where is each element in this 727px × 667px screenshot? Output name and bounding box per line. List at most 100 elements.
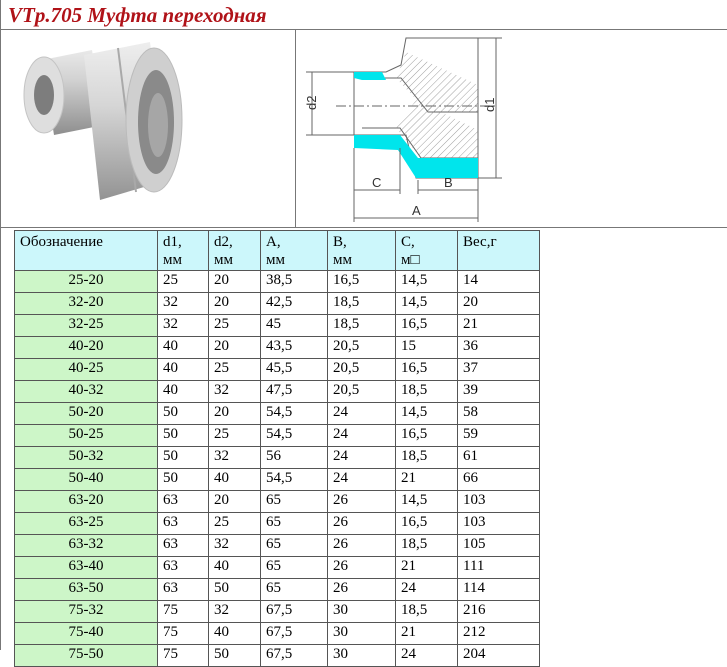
cell-weight: 114 [457, 578, 540, 601]
cell-d1: 40 [157, 380, 209, 403]
cell-d1: 25 [157, 270, 209, 293]
cell-d2: 20 [208, 490, 261, 513]
cell-c: 16,5 [395, 424, 458, 447]
cell-d2: 25 [208, 314, 261, 337]
cell-a: 65 [260, 578, 328, 601]
spec-table: Обозначение d1, мм d2, мм A, мм B, мм C, м□ В… [14, 230, 540, 667]
cell-c: 16,5 [395, 358, 458, 381]
cell-weight: 58 [457, 402, 540, 425]
product-photo-cell [0, 30, 296, 227]
table-row: 25-20 25 20 38,5 16,5 14,5 14 [14, 270, 540, 293]
table-row: 32-20 32 20 42,5 18,5 14,5 20 [14, 292, 540, 315]
cell-designation: 25-20 [14, 270, 158, 293]
header-designation: Обозначение [14, 230, 158, 271]
table-row: 75-32 75 32 67,5 30 18,5 216 [14, 600, 540, 623]
cell-c: 14,5 [395, 490, 458, 513]
cell-weight: 37 [457, 358, 540, 381]
cell-designation: 40-25 [14, 358, 158, 381]
cell-d1: 50 [157, 424, 209, 447]
table-row: 50-40 50 40 54,5 24 21 66 [14, 468, 540, 491]
cell-designation: 50-20 [14, 402, 158, 425]
cell-c: 21 [395, 622, 458, 645]
table-row: 50-20 50 20 54,5 24 14,5 58 [14, 402, 540, 425]
cell-designation: 50-32 [14, 446, 158, 469]
cell-designation: 63-20 [14, 490, 158, 513]
cell-c: 14,5 [395, 402, 458, 425]
cell-d1: 63 [157, 578, 209, 601]
cell-c: 18,5 [395, 446, 458, 469]
cell-b: 24 [327, 468, 396, 491]
title-bar: VTp.705 Муфта переходная [0, 0, 727, 30]
cell-designation: 50-25 [14, 424, 158, 447]
table-row: 50-25 50 25 54,5 24 16,5 59 [14, 424, 540, 447]
cell-d1: 32 [157, 292, 209, 315]
cell-designation: 40-32 [14, 380, 158, 403]
cell-d2: 50 [208, 578, 261, 601]
cell-a: 54,5 [260, 402, 328, 425]
dimension-label-d2: d2 [304, 96, 319, 110]
cell-a: 54,5 [260, 468, 328, 491]
cell-a: 54,5 [260, 424, 328, 447]
cell-weight: 21 [457, 314, 540, 337]
table-header-row: Обозначение d1, мм d2, мм A, мм B, мм C, м□ В… [14, 230, 540, 271]
cell-a: 65 [260, 490, 328, 513]
cell-designation: 63-32 [14, 534, 158, 557]
technical-drawing-cell: d2 d1 C B A [296, 30, 727, 227]
table-row: 63-25 63 25 65 26 16,5 103 [14, 512, 540, 535]
cell-d1: 63 [157, 512, 209, 535]
cell-d2: 40 [208, 468, 261, 491]
cell-b: 26 [327, 490, 396, 513]
table-row: 63-20 63 20 65 26 14,5 103 [14, 490, 540, 513]
cell-d2: 20 [208, 336, 261, 359]
cell-a: 67,5 [260, 622, 328, 645]
cell-designation: 32-20 [14, 292, 158, 315]
cell-a: 38,5 [260, 270, 328, 293]
table-row: 40-32 40 32 47,5 20,5 18,5 39 [14, 380, 540, 403]
cell-d2: 32 [208, 380, 261, 403]
header-a: A, мм [260, 230, 328, 271]
header-d2: d2, мм [208, 230, 261, 271]
dimension-label-c: C [372, 175, 381, 190]
cell-d2: 32 [208, 600, 261, 623]
cell-weight: 216 [457, 600, 540, 623]
cell-a: 42,5 [260, 292, 328, 315]
cell-weight: 111 [457, 556, 540, 579]
cell-d1: 63 [157, 490, 209, 513]
cell-weight: 66 [457, 468, 540, 491]
cell-weight: 103 [457, 490, 540, 513]
cell-a: 67,5 [260, 600, 328, 623]
cell-b: 26 [327, 578, 396, 601]
technical-drawing: d2 d1 C B A [304, 37, 502, 222]
cell-d1: 75 [157, 644, 209, 667]
cell-b: 20,5 [327, 358, 396, 381]
cell-d1: 50 [157, 402, 209, 425]
cell-b: 18,5 [327, 292, 396, 315]
cell-designation: 63-25 [14, 512, 158, 535]
cell-designation: 32-25 [14, 314, 158, 337]
cell-c: 21 [395, 556, 458, 579]
cell-d2: 20 [208, 270, 261, 293]
cell-c: 14,5 [395, 270, 458, 293]
cell-c: 16,5 [395, 512, 458, 535]
cell-d2: 40 [208, 556, 261, 579]
cell-d1: 50 [157, 468, 209, 491]
cell-a: 65 [260, 556, 328, 579]
dimension-label-d1: d1 [482, 98, 497, 112]
table-row: 63-32 63 32 65 26 18,5 105 [14, 534, 540, 557]
cell-d1: 75 [157, 622, 209, 645]
cell-b: 26 [327, 534, 396, 557]
cell-b: 30 [327, 622, 396, 645]
cell-b: 30 [327, 644, 396, 667]
cell-d2: 25 [208, 512, 261, 535]
cell-b: 26 [327, 512, 396, 535]
cell-d2: 25 [208, 424, 261, 447]
table-row: 63-40 63 40 65 26 21 111 [14, 556, 540, 579]
cell-d2: 32 [208, 446, 261, 469]
cell-weight: 39 [457, 380, 540, 403]
cell-b: 24 [327, 402, 396, 425]
cell-weight: 20 [457, 292, 540, 315]
cell-a: 65 [260, 534, 328, 557]
header-weight: Вес,г [457, 230, 540, 271]
cell-b: 18,5 [327, 314, 396, 337]
header-b: B, мм [327, 230, 396, 271]
